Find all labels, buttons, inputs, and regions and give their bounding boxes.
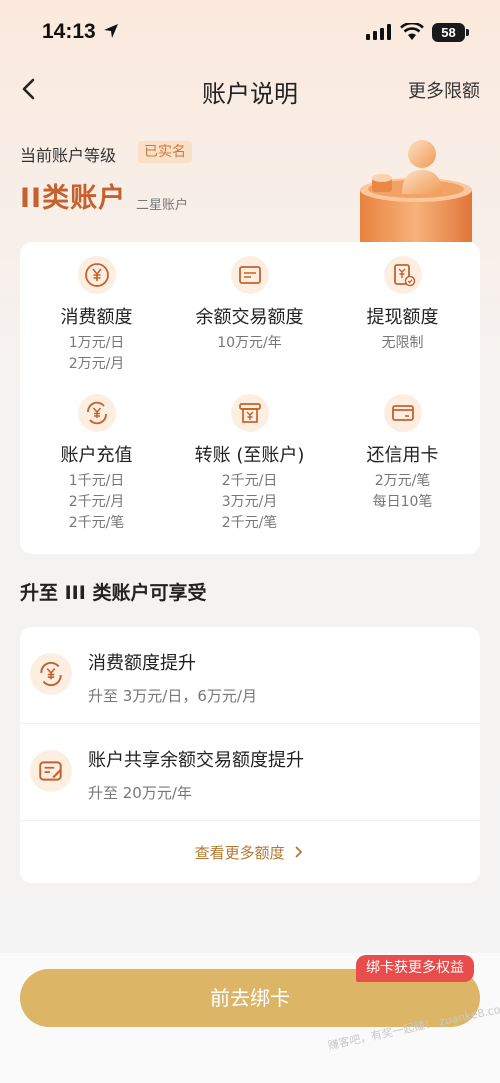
limit-title: 消费额度 — [60, 307, 133, 328]
limit-item-recharge: 账户充值 1千元/日 2千元/月 2千元/笔 — [20, 394, 173, 534]
chevron-right-icon — [295, 846, 303, 858]
limit-value: 3万元/月 — [221, 494, 278, 510]
limit-title: 还信用卡 — [366, 445, 439, 466]
account-illustration — [360, 140, 472, 242]
limit-item-credit-card: 还信用卡 2万元/笔 每日10笔 — [326, 394, 479, 513]
limit-title: 转账 (至账户) — [194, 445, 305, 466]
view-more-limits-link[interactable]: 查看更多额度 — [20, 842, 480, 863]
yuan-coin-icon — [77, 256, 116, 294]
account-type: II类账户 — [20, 183, 127, 214]
limit-value: 10万元/年 — [217, 335, 282, 351]
cellular-signal-icon — [366, 24, 391, 40]
limit-item-balance: 余额交易额度 10万元/年 — [173, 256, 326, 354]
limit-value: 2千元/笔 — [221, 515, 278, 531]
account-level-label: 当前账户等级 — [20, 146, 117, 165]
benefits-card: 消费额度提升 升至 3万元/日，6万元/月 账户共享余额交易额度提升 升至 20… — [20, 627, 480, 883]
status-time: 14:13 — [42, 20, 96, 43]
limit-value: 1万元/日 — [68, 335, 125, 351]
limit-value: 2千元/日 — [221, 473, 278, 489]
document-edit-icon — [30, 750, 72, 792]
limit-item-transfer: 转账 (至账户) 2千元/日 3万元/月 2千元/笔 — [173, 394, 326, 534]
battery-indicator: 58 — [432, 23, 465, 42]
view-more-label: 查看更多额度 — [194, 844, 285, 862]
limit-value: 2千元/月 — [68, 494, 125, 510]
bind-card-promo-badge: 绑卡获更多权益 — [356, 955, 474, 982]
benefit-desc: 升至 20万元/年 — [88, 784, 192, 802]
limit-value: 2万元/月 — [68, 356, 125, 372]
limit-value: 每日10笔 — [372, 494, 433, 510]
yuan-refresh-icon — [30, 653, 72, 695]
benefit-title: 消费额度提升 — [88, 653, 196, 674]
benefit-title: 账户共享余额交易额度提升 — [88, 750, 304, 771]
yuan-refresh-icon — [77, 394, 116, 432]
limit-title: 账户充值 — [60, 445, 133, 466]
limit-value: 2万元/笔 — [374, 473, 431, 489]
atm-transfer-icon — [230, 394, 269, 432]
account-star-label: 二星账户 — [136, 198, 189, 213]
limits-card: 消费额度 1万元/日 2万元/月 余额交易额度 10万元/年 提现额度 无限制 … — [20, 242, 480, 554]
battery-nub — [466, 29, 469, 36]
nav-bar: 账户说明 更多限额 — [0, 66, 500, 112]
limit-value: 2千元/笔 — [68, 515, 125, 531]
benefit-item: 账户共享余额交易额度提升 升至 20万元/年 — [20, 724, 480, 821]
limit-value: 无限制 — [381, 335, 424, 351]
limit-value: 1千元/日 — [68, 473, 125, 489]
withdraw-check-icon — [383, 256, 422, 294]
verified-badge: 已实名 — [138, 141, 192, 163]
benefit-desc: 升至 3万元/日，6万元/月 — [88, 687, 257, 705]
card-statement-icon — [230, 256, 269, 294]
more-limits-link[interactable]: 更多限额 — [408, 77, 480, 103]
status-bar: 14:13 58 — [0, 0, 500, 66]
limit-item-withdraw: 提现额度 无限制 — [326, 256, 479, 354]
limit-title: 余额交易额度 — [195, 307, 304, 328]
limit-title: 提现额度 — [366, 307, 439, 328]
upgrade-section-title: 升至 III 类账户可享受 — [20, 582, 207, 604]
limit-item-consumption: 消费额度 1万元/日 2万元/月 — [20, 256, 173, 375]
credit-card-icon — [383, 394, 422, 432]
wifi-icon — [400, 23, 424, 40]
benefit-item: 消费额度提升 升至 3万元/日，6万元/月 — [20, 627, 480, 724]
location-arrow-icon — [104, 24, 118, 38]
